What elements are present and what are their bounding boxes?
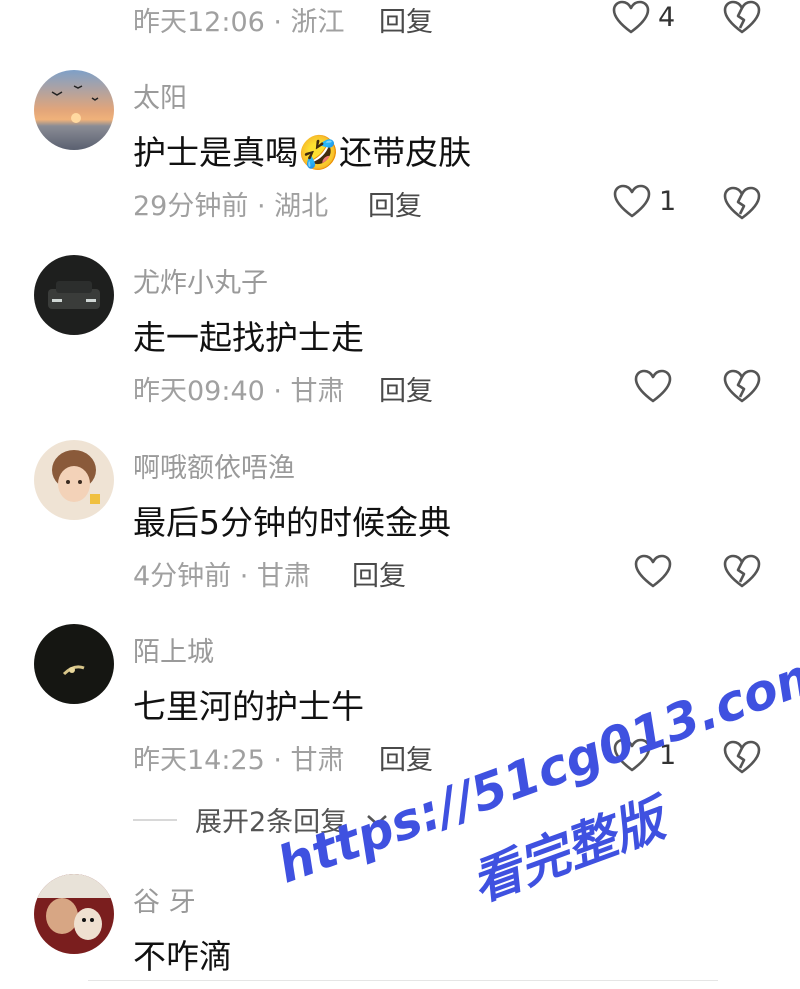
like-button[interactable]: 4 [612,0,675,34]
child-avatar-image [34,440,114,520]
avatar[interactable] [34,255,114,335]
reply-button[interactable]: 回复 [379,369,433,408]
comment-text: 最后5分钟的时候金典 [133,503,451,542]
avatar[interactable] [34,440,114,520]
heart-outline-icon [613,738,651,772]
avatar[interactable] [34,874,114,954]
watermark-text: 看完整版 [463,789,672,913]
avatar[interactable] [34,624,114,704]
comment-meta: 昨天14:25 · 甘肃 [133,745,345,776]
broken-heart-icon[interactable] [723,0,761,34]
reply-button[interactable]: 回复 [368,184,422,223]
like-count: 4 [658,1,676,33]
avatar[interactable] [34,70,114,150]
broken-heart-icon[interactable] [723,186,761,220]
comment-text: 走一起找护士走 [133,318,364,357]
sunset-avatar-image [34,70,114,150]
heart-outline-icon[interactable] [634,554,672,588]
heart-outline-icon [613,184,651,218]
like-button[interactable]: 1 [613,738,676,772]
like-button[interactable]: 1 [613,184,676,218]
broken-heart-icon[interactable] [723,369,761,403]
expand-replies-button[interactable]: 展开2条回复 [133,800,389,839]
comment-text: 不咋滴 [133,937,232,976]
comment-author[interactable]: 太阳 [133,76,187,115]
reply-button[interactable]: 回复 [379,738,433,777]
heart-outline-icon[interactable] [634,369,672,403]
laughing-emoji-icon: 🤣 [298,133,340,172]
comment-meta: 昨天12:06 · 浙江 [133,7,345,38]
divider [133,818,177,821]
like-count: 1 [659,739,677,771]
comment-meta: 29分钟前 · 湖北 [133,191,329,222]
comment-text: 七里河的护士牛 [133,687,364,726]
expand-replies-label: 展开2条回复 [195,807,348,838]
like-count: 1 [659,185,677,217]
cartoon-avatar-image [34,874,114,954]
chevron-down-icon [367,814,388,826]
comment-meta: 4分钟前 · 甘肃 [133,561,311,592]
comment-author[interactable]: 陌上城 [133,630,214,669]
dark-avatar-image [34,624,114,704]
comment-text-part: 护士是真喝 [133,133,298,172]
broken-heart-icon[interactable] [723,740,761,774]
comment-text: 护士是真喝🤣还带皮肤 [133,126,471,174]
comment-author[interactable]: 啊哦额依唔渔 [133,446,295,485]
broken-heart-icon[interactable] [723,554,761,588]
comment-author[interactable]: 尤炸小丸子 [133,261,268,300]
reply-button[interactable]: 回复 [379,0,433,39]
comment-author[interactable]: 谷 牙 [133,880,196,919]
heart-outline-icon [612,0,650,34]
comment-meta: 昨天09:40 · 甘肃 [133,376,345,407]
reply-button[interactable]: 回复 [352,554,406,593]
comment-text-part: 还带皮肤 [339,133,472,172]
car-avatar-image [34,255,114,335]
